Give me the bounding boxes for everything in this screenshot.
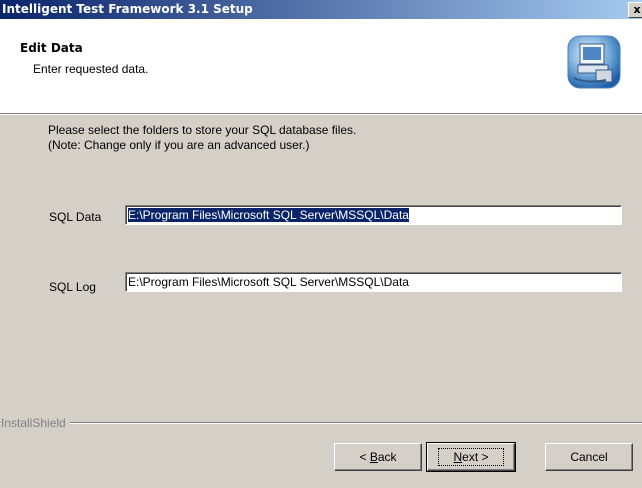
title-bar[interactable]: Intelligent Test Framework 3.1 Setup x bbox=[0, 0, 642, 19]
sql-data-value: E:\Program Files\Microsoft SQL Server\MS… bbox=[128, 208, 409, 222]
sql-log-field[interactable]: E:\Program Files\Microsoft SQL Server\MS… bbox=[125, 272, 622, 292]
installshield-brand: InstallShield bbox=[1, 416, 70, 430]
page-subtitle: Enter requested data. bbox=[33, 62, 149, 76]
next-focus-ring: Next > bbox=[438, 448, 504, 466]
page-title: Edit Data bbox=[20, 41, 83, 55]
next-label-accel: N bbox=[453, 450, 463, 464]
setup-computer-icon bbox=[567, 35, 621, 89]
sql-data-field[interactable]: E:\Program Files\Microsoft SQL Server\MS… bbox=[125, 205, 622, 225]
setup-dialog: Intelligent Test Framework 3.1 Setup x E… bbox=[0, 0, 642, 488]
close-button[interactable]: x bbox=[628, 2, 642, 18]
back-button[interactable]: < Back bbox=[334, 443, 422, 471]
sql-log-label: SQL Log bbox=[49, 280, 96, 294]
back-label-accel: B bbox=[369, 450, 378, 464]
header-panel: Edit Data Enter requested data. bbox=[0, 19, 642, 114]
header-divider bbox=[0, 114, 642, 115]
sql-log-value: E:\Program Files\Microsoft SQL Server\MS… bbox=[128, 275, 409, 289]
instructions-line-2: (Note: Change only if you are an advance… bbox=[48, 138, 310, 152]
footer-divider bbox=[0, 422, 642, 424]
next-button[interactable]: Next > bbox=[426, 442, 516, 472]
sql-data-label: SQL Data bbox=[49, 210, 102, 224]
next-label-suffix: ext > bbox=[462, 450, 489, 464]
back-label-prefix: < bbox=[359, 450, 370, 464]
instructions-line-1: Please select the folders to store your … bbox=[48, 123, 357, 137]
cancel-button[interactable]: Cancel bbox=[545, 443, 633, 471]
back-label-suffix: ack bbox=[377, 450, 397, 464]
instructions: Please select the folders to store your … bbox=[48, 123, 356, 153]
close-icon: x bbox=[633, 3, 641, 16]
window-title: Intelligent Test Framework 3.1 Setup bbox=[2, 2, 253, 16]
